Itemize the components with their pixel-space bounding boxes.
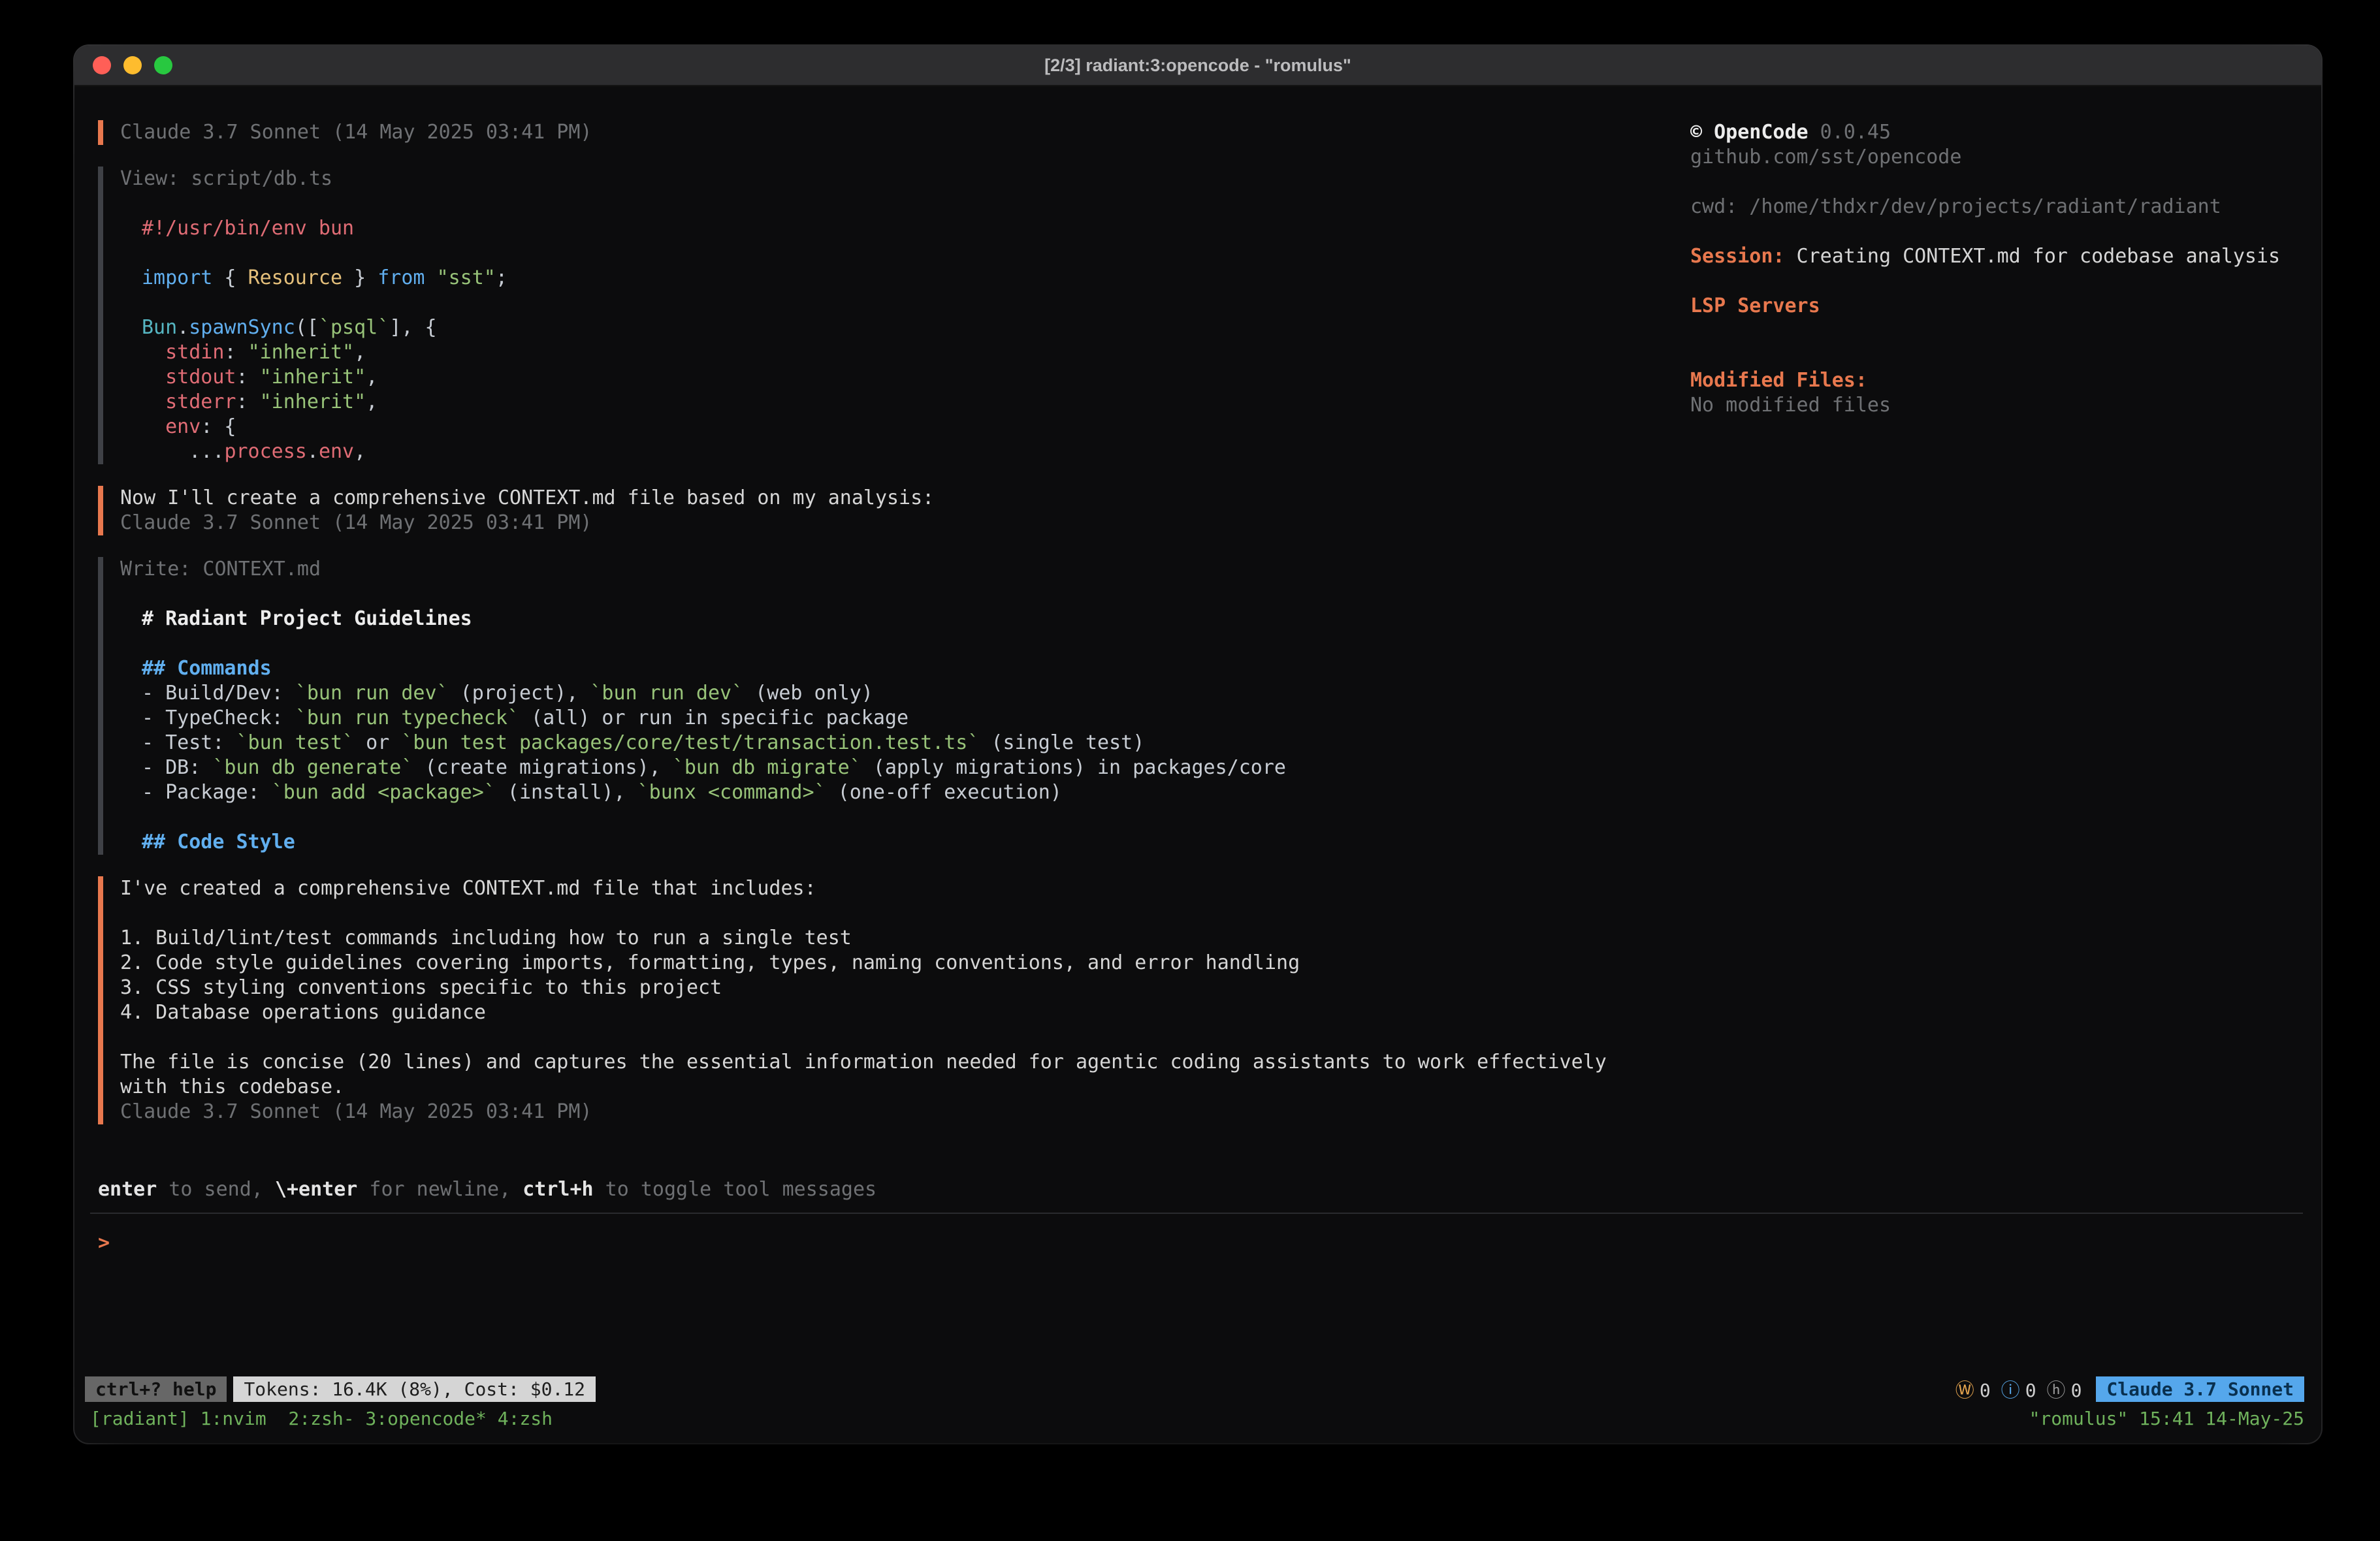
message-meta-block: Claude 3.7 Sonnet (14 May 2025 03:41 PM) xyxy=(98,120,1690,145)
tmux-status-bar: [radiant] 1:nvim 2:zsh- 3:opencode* 4:zs… xyxy=(74,1404,2321,1433)
sidebar: © OpenCode 0.0.45 github.com/sst/opencod… xyxy=(1690,120,2292,1146)
chat-area: Claude 3.7 Sonnet (14 May 2025 03:41 PM)… xyxy=(98,120,1690,1146)
empty-space xyxy=(74,1256,2321,1374)
code-context-md: # Radiant Project Guidelines ## Commands… xyxy=(120,607,1690,855)
tool-view-title: View: script/db.ts xyxy=(120,167,1690,191)
minimize-button[interactable] xyxy=(123,56,142,74)
app-brand-line: © OpenCode 0.0.45 xyxy=(1690,120,2292,145)
assistant-message-block: Now I'll create a comprehensive CONTEXT.… xyxy=(98,486,1690,535)
message-timestamp: Claude 3.7 Sonnet (14 May 2025 03:41 PM) xyxy=(120,1100,1690,1124)
info-icon: ⓘ xyxy=(2001,1379,2020,1401)
cwd-line: cwd: /home/thdxr/dev/projects/radiant/ra… xyxy=(1690,195,2292,219)
zoom-button[interactable] xyxy=(154,56,172,74)
model-badge: Claude 3.7 Sonnet xyxy=(2096,1376,2304,1402)
tokens-cost-badge: Tokens: 16.4K (8%), Cost: $0.12 xyxy=(233,1376,596,1402)
warning-count: 0 xyxy=(1980,1380,1991,1401)
tmux-window-list[interactable]: [radiant] 1:nvim 2:zsh- 3:opencode* 4:zs… xyxy=(90,1408,553,1429)
hint-icon: ⓗ xyxy=(2047,1379,2066,1401)
app-version: 0.0.45 xyxy=(1809,121,1891,144)
assistant-summary-text: I've created a comprehensive CONTEXT.md … xyxy=(120,876,1690,1100)
tool-write-title: Write: CONTEXT.md xyxy=(120,557,1690,582)
code-db-ts: #!/usr/bin/env bun import { Resource } f… xyxy=(120,216,1690,464)
desktop: [2/3] radiant:3:opencode - "romulus" Cla… xyxy=(0,0,2380,1541)
session-title: Creating CONTEXT.md for codebase analysi… xyxy=(1785,245,2281,268)
editor-area: enter to send, \+enter for newline, ctrl… xyxy=(74,1146,2321,1256)
keybinding-help: enter to send, \+enter for newline, ctrl… xyxy=(74,1177,2321,1202)
window-title: [2/3] radiant:3:opencode - "romulus" xyxy=(74,56,2321,76)
traffic-lights xyxy=(74,56,172,74)
lsp-servers-label: LSP Servers xyxy=(1690,294,2292,319)
hint-count: 0 xyxy=(2071,1380,2082,1401)
terminal-window: [2/3] radiant:3:opencode - "romulus" Cla… xyxy=(74,46,2321,1443)
assistant-summary-block: I've created a comprehensive CONTEXT.md … xyxy=(98,876,1690,1124)
input-divider xyxy=(90,1213,2303,1214)
close-button[interactable] xyxy=(93,56,111,74)
help-shortcut-badge: ctrl+? help xyxy=(85,1376,227,1402)
lsp-diagnostics: Ⓦ0ⓘ0ⓗ0 xyxy=(1945,1375,2082,1403)
modified-files-label: Modified Files: xyxy=(1690,368,2292,393)
message-timestamp: Claude 3.7 Sonnet (14 May 2025 03:41 PM) xyxy=(120,120,1690,145)
content-area: Claude 3.7 Sonnet (14 May 2025 03:41 PM)… xyxy=(74,86,2321,1146)
repo-link: github.com/sst/opencode xyxy=(1690,145,2292,170)
titlebar[interactable]: [2/3] radiant:3:opencode - "romulus" xyxy=(74,46,2321,86)
app-name: © OpenCode xyxy=(1690,121,1809,144)
modified-files-empty: No modified files xyxy=(1690,393,2292,418)
statusbar-right: Ⓦ0ⓘ0ⓗ0 Claude 3.7 Sonnet xyxy=(1945,1375,2304,1403)
session-line: Session: Creating CONTEXT.md for codebas… xyxy=(1690,244,2292,269)
info-count: 0 xyxy=(2025,1380,2036,1401)
assistant-message-text: Now I'll create a comprehensive CONTEXT.… xyxy=(120,486,1690,511)
warning-icon: Ⓦ xyxy=(1955,1379,1974,1401)
message-timestamp: Claude 3.7 Sonnet (14 May 2025 03:41 PM) xyxy=(120,511,1690,535)
tmux-host-clock: "romulus" 15:41 14-May-25 xyxy=(2029,1408,2304,1429)
status-bar: ctrl+? help Tokens: 16.4K (8%), Cost: $0… xyxy=(74,1374,2321,1404)
tool-write-block: Write: CONTEXT.md # Radiant Project Guid… xyxy=(98,557,1690,855)
prompt-input[interactable]: > xyxy=(74,1231,2321,1256)
session-label: Session: xyxy=(1690,245,1785,268)
tool-view-block: View: script/db.ts #!/usr/bin/env bun im… xyxy=(98,167,1690,464)
